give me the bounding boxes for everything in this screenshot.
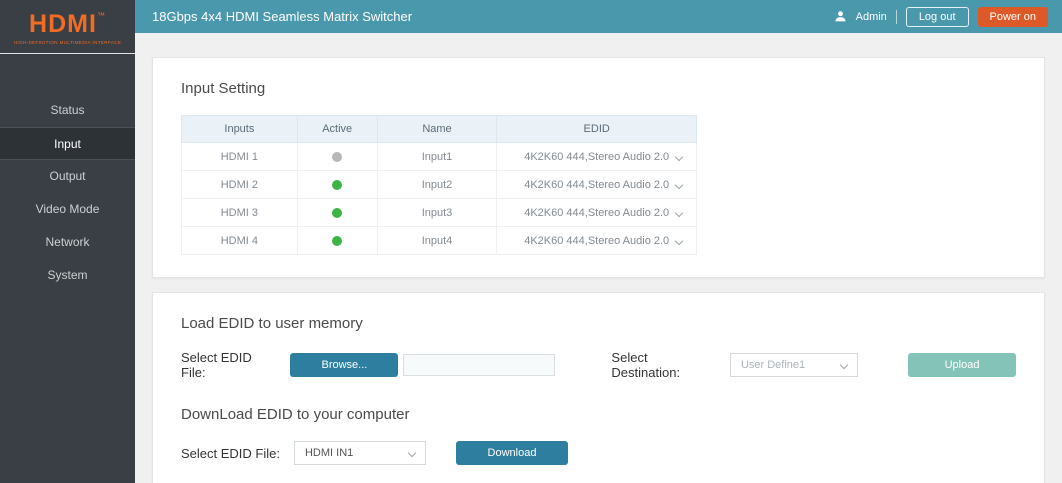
load-edid-row: Select EDID File: Browse... Select Desti… (181, 350, 1016, 380)
input-label: HDMI 2 (182, 171, 298, 199)
table-row: HDMI 2 Input2 4K2K60 444,Stereo Audio 2.… (182, 171, 697, 199)
select-destination-label: Select Destination: (611, 350, 716, 380)
hdmi-logo: HDMI™ HIGH-DEFINITION MULTIMEDIA INTERFA… (0, 0, 135, 54)
hdmi-logo-tagline: HIGH-DEFINITION MULTIMEDIA INTERFACE (8, 40, 127, 45)
download-edid-title: DownLoad EDID to your computer (181, 406, 1016, 423)
input-label: HDMI 3 (182, 199, 298, 227)
download-button[interactable]: Download (456, 441, 568, 465)
input-name: Input1 (377, 143, 497, 171)
active-indicator (332, 180, 342, 190)
user-box: Admin Log out Power on (834, 7, 1062, 27)
edid-file-input[interactable] (403, 354, 555, 376)
main-column: 18Gbps 4x4 HDMI Seamless Matrix Switcher… (135, 0, 1062, 483)
edid-select[interactable]: 4K2K60 444,Stereo Audio 2.0 (497, 171, 697, 199)
column-header-name: Name (377, 116, 497, 143)
chevron-down-icon (675, 209, 683, 217)
download-edid-row: Select EDID File: HDMI IN1 Download (181, 441, 1016, 465)
sidebar-menu: Status Input Output Video Mode Network S… (0, 94, 135, 292)
sidebar-item-video-mode[interactable]: Video Mode (0, 193, 135, 226)
trademark-symbol: ™ (97, 11, 106, 20)
input-name: Input3 (377, 199, 497, 227)
input-name: Input2 (377, 171, 497, 199)
load-edid-title: Load EDID to user memory (181, 315, 1016, 332)
edid-select[interactable]: 4K2K60 444,Stereo Audio 2.0 (497, 227, 697, 255)
download-edid-select[interactable]: HDMI IN1 (294, 441, 426, 465)
column-header-inputs: Inputs (182, 116, 298, 143)
page-title: 18Gbps 4x4 HDMI Seamless Matrix Switcher (135, 9, 412, 24)
browse-button[interactable]: Browse... (290, 353, 398, 377)
table-row: HDMI 1 Input1 4K2K60 444,Stereo Audio 2.… (182, 143, 697, 171)
input-label: HDMI 1 (182, 143, 298, 171)
upload-button[interactable]: Upload (908, 353, 1016, 377)
column-header-edid: EDID (497, 116, 697, 143)
logout-button[interactable]: Log out (906, 7, 969, 27)
table-header-row: Inputs Active Name EDID (182, 116, 697, 143)
inputs-table: Inputs Active Name EDID HDMI 1 Input1 4K… (181, 115, 697, 255)
user-icon (834, 10, 847, 23)
chevron-down-icon (675, 153, 683, 161)
column-header-active: Active (297, 116, 377, 143)
edid-select[interactable]: 4K2K60 444,Stereo Audio 2.0 (497, 199, 697, 227)
sidebar-item-status[interactable]: Status (0, 94, 135, 127)
divider (896, 10, 897, 24)
chevron-down-icon (840, 361, 848, 369)
sidebar-item-network[interactable]: Network (0, 226, 135, 259)
chevron-down-icon (675, 181, 683, 189)
username: Admin (856, 11, 887, 23)
chevron-down-icon (408, 449, 416, 457)
input-label: HDMI 4 (182, 227, 298, 255)
sidebar-item-system[interactable]: System (0, 259, 135, 292)
input-name: Input4 (377, 227, 497, 255)
active-indicator (332, 208, 342, 218)
download-select-edid-file-label: Select EDID File: (181, 446, 280, 461)
sidebar-item-input[interactable]: Input (0, 127, 135, 160)
input-setting-title: Input Setting (181, 80, 1016, 97)
table-row: HDMI 3 Input3 4K2K60 444,Stereo Audio 2.… (182, 199, 697, 227)
active-indicator (332, 152, 342, 162)
destination-select[interactable]: User Define1 (730, 353, 858, 377)
input-setting-panel: Input Setting Inputs Active Name EDID HD… (152, 57, 1045, 278)
hdmi-logo-text: HDMI™ (8, 12, 127, 37)
power-button[interactable]: Power on (978, 7, 1048, 27)
active-indicator (332, 236, 342, 246)
edid-panel: Load EDID to user memory Select EDID Fil… (152, 292, 1045, 483)
content-area: Input Setting Inputs Active Name EDID HD… (135, 33, 1062, 483)
select-edid-file-label: Select EDID File: (181, 350, 276, 380)
edid-select[interactable]: 4K2K60 444,Stereo Audio 2.0 (497, 143, 697, 171)
header: 18Gbps 4x4 HDMI Seamless Matrix Switcher… (135, 0, 1062, 33)
sidebar-item-output[interactable]: Output (0, 160, 135, 193)
sidebar: HDMI™ HIGH-DEFINITION MULTIMEDIA INTERFA… (0, 0, 135, 483)
app-root: HDMI™ HIGH-DEFINITION MULTIMEDIA INTERFA… (0, 0, 1062, 483)
table-row: HDMI 4 Input4 4K2K60 444,Stereo Audio 2.… (182, 227, 697, 255)
chevron-down-icon (675, 237, 683, 245)
